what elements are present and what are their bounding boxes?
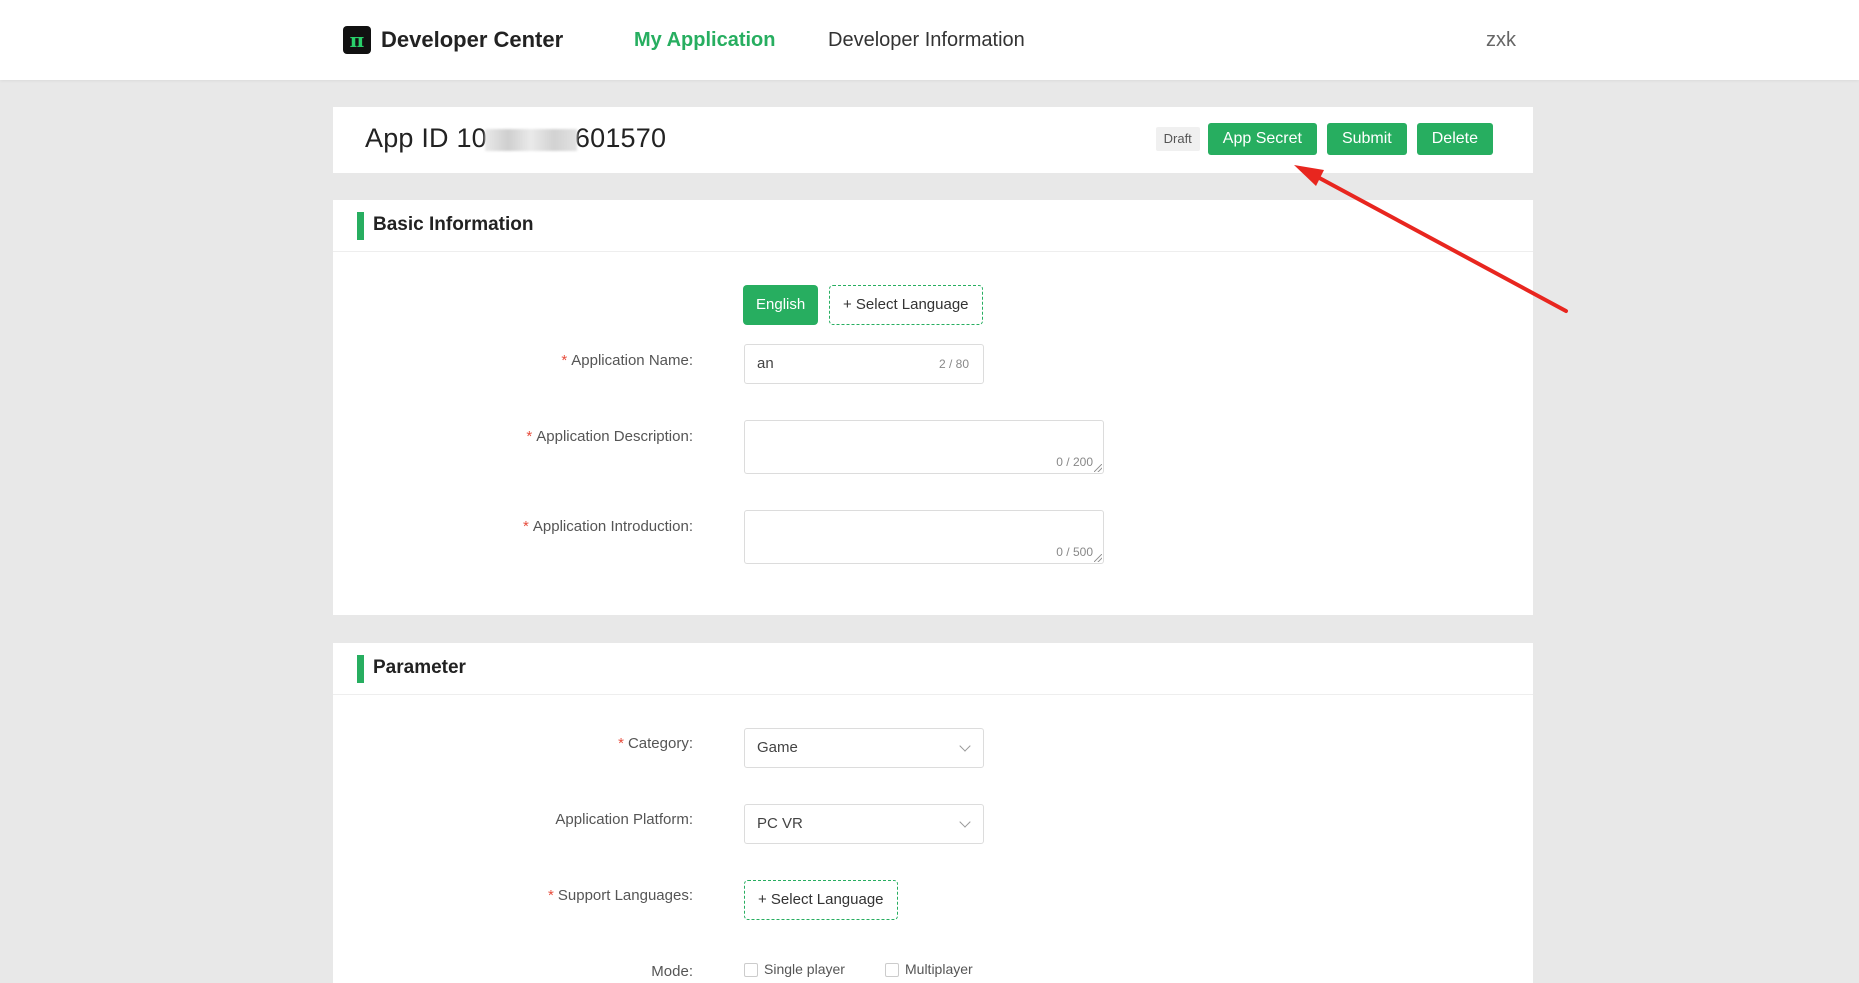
select-language-button[interactable]: + Select Language [829,285,983,325]
app-id: App ID 10 601570 [365,123,666,154]
support-languages-select-button[interactable]: + Select Language [744,880,898,920]
app-header-card: App ID 10 601570 Draft App Secret Submit … [333,107,1533,173]
category-select[interactable]: Game [744,728,984,768]
section-header: Parameter [333,643,1533,695]
application-platform-select[interactable]: PC VR [744,804,984,844]
brand-logo-icon: π [343,26,371,54]
language-tab-english[interactable]: English [743,285,819,325]
application-platform-label: Application Platform: [555,811,693,828]
section-header: Basic Information [333,200,1533,252]
brand-title: Developer Center [381,27,564,52]
mode-label: Mode: [651,963,693,980]
application-introduction-counter: 0 / 500 [1056,545,1093,559]
redaction-mask [484,128,577,151]
app-id-prefix: App ID 10 [365,123,487,153]
status-badge: Draft [1155,127,1200,151]
application-name-value: an [757,355,774,372]
mode-option-single[interactable]: Single player [744,961,845,978]
app-secret-button[interactable]: App Secret [1207,123,1317,155]
app-id-suffix: 601570 [574,123,667,153]
parameter-section: Parameter * Category: Game Application Pl… [333,643,1533,983]
checkbox-icon[interactable] [744,963,758,978]
category-label: * Category: [618,735,693,752]
nav-developer-information[interactable]: Developer Information [828,26,1025,54]
resize-handle-icon[interactable] [1094,554,1102,562]
application-name-label: * Application Name: [561,352,693,369]
application-description-counter: 0 / 200 [1056,455,1093,469]
top-navigation: π Developer Center My Application Develo… [0,0,1859,80]
mode-option-multi[interactable]: Multiplayer [885,961,973,978]
brand[interactable]: π Developer Center [343,26,563,54]
application-description-label: * Application Description: [526,428,693,445]
chevron-down-icon [959,740,971,752]
section-accent-bar [357,655,364,683]
basic-information-section: Basic Information English + Select Langu… [333,200,1533,615]
section-accent-bar [357,212,364,240]
support-languages-label: * Support Languages: [548,887,693,904]
submit-button[interactable]: Submit [1326,123,1407,155]
delete-button[interactable]: Delete [1416,123,1493,155]
category-value: Game [757,739,798,756]
application-platform-value: PC VR [757,815,803,832]
chevron-down-icon [959,816,971,828]
section-title: Parameter [373,657,466,678]
app-actions: Draft App Secret Submit Delete [1155,123,1493,155]
application-introduction-label: * Application Introduction: [523,518,693,535]
user-name[interactable]: zxk [1486,26,1516,54]
application-description-textarea[interactable]: 0 / 200 [744,420,1104,474]
resize-handle-icon[interactable] [1094,464,1102,472]
application-name-input[interactable]: an 2 / 80 [744,344,984,384]
checkbox-icon[interactable] [885,963,899,978]
section-title: Basic Information [373,214,534,235]
application-name-counter: 2 / 80 [938,357,969,371]
nav-my-application[interactable]: My Application [634,26,775,54]
application-introduction-textarea[interactable]: 0 / 500 [744,510,1104,564]
